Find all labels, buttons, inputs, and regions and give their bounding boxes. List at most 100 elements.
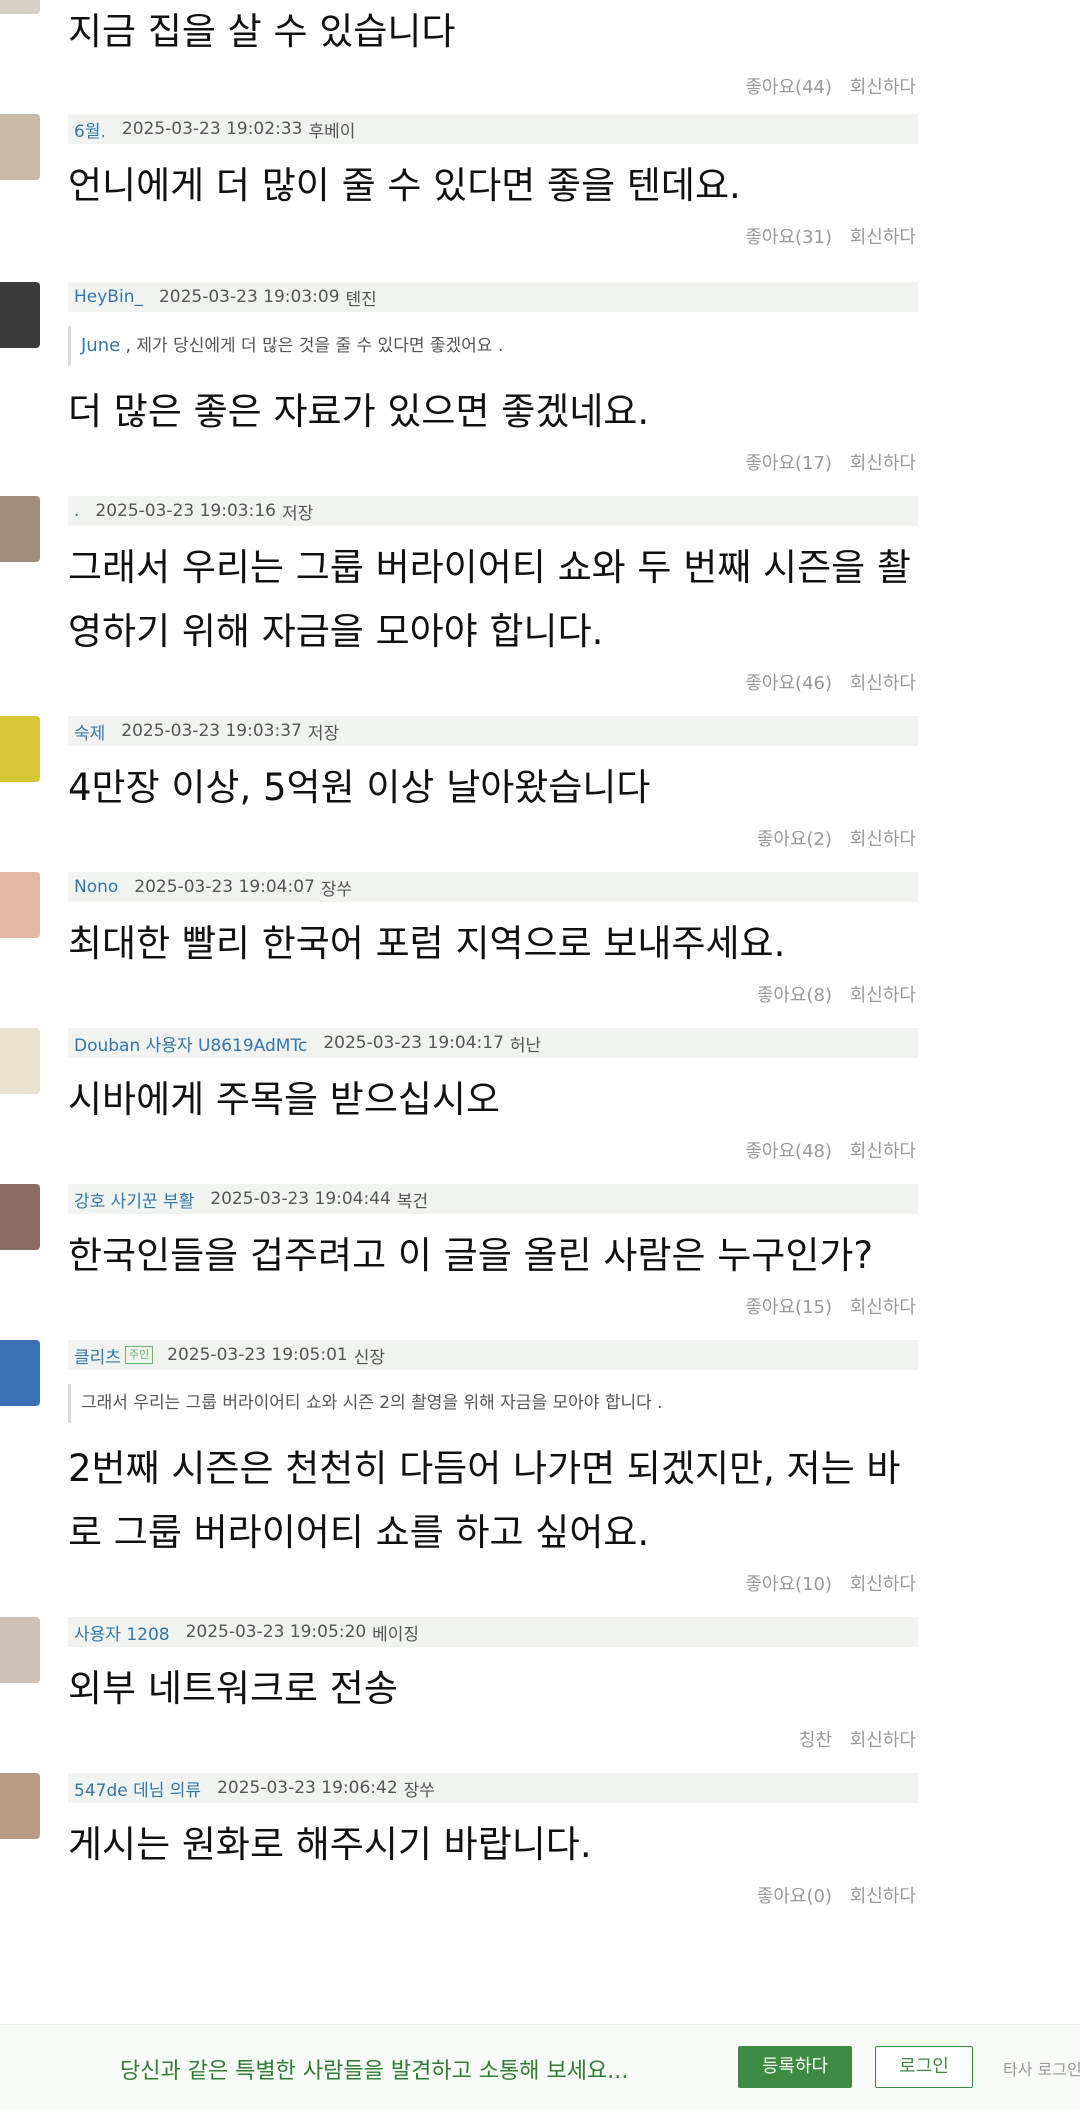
reply-button[interactable]: 회신하다 — [850, 1730, 916, 1751]
like-button[interactable]: 좋아요(15) — [745, 1297, 832, 1318]
comment-meta: 547de 데님 의류 2025-03-23 19:06:42 장쑤 — [68, 1773, 918, 1803]
comment-text: 시바에게 주목을 받으십시오 — [68, 1078, 501, 1121]
like-button[interactable]: 좋아요(0) — [757, 1886, 832, 1907]
author-name[interactable]: 숙제 — [74, 719, 105, 744]
comment-actions: 칭찬 회신하다 — [68, 1721, 916, 1761]
quoted-reply: June , 제가 당신에게 더 많은 것을 줄 수 있다면 좋겠어요 . — [68, 326, 681, 366]
comment-text: 2번째 시즌은 천천히 다듬어 나가면 되겠지만, 저는 바로 그룹 버라이어티… — [68, 1447, 901, 1554]
reply-button[interactable]: 회신하다 — [850, 1886, 916, 1907]
like-button[interactable]: 좋아요(17) — [745, 453, 832, 474]
comment-item: 사용자 1208 2025-03-23 19:05:20 베이징 외부 네트워크… — [0, 1617, 1080, 1761]
comment-text: 한국인들을 겁주려고 이 글을 올린 사람은 누구인가? — [68, 1234, 874, 1277]
avatar[interactable] — [0, 872, 40, 938]
author-name[interactable]: 클리츠 — [74, 1343, 121, 1368]
timestamp: 2025-03-23 19:04:44 — [210, 1189, 391, 1209]
comment-actions: 좋아요(8) 회신하다 — [68, 976, 916, 1016]
comment-item: 강호 사기꾼 부활 2025-03-23 19:04:44 복건 한국인들을 겁… — [0, 1184, 1080, 1328]
comment-actions: 좋아요(48) 회신하다 — [68, 1132, 916, 1172]
like-button[interactable]: 칭찬 — [799, 1730, 832, 1751]
comment-feed: 지금 집을 살 수 있습니다 좋아요(44) 회신하다 6월. 2025-03-… — [0, 0, 1080, 1917]
like-button[interactable]: 좋아요(8) — [757, 985, 832, 1006]
comment-item: HeyBin_ 2025-03-23 19:03:09 톈진 June , 제가… — [0, 282, 1080, 484]
avatar[interactable] — [0, 496, 40, 562]
comment-actions: 좋아요(2) 회신하다 — [68, 820, 916, 860]
like-button[interactable]: 좋아요(48) — [745, 1141, 832, 1162]
avatar[interactable] — [0, 1184, 40, 1250]
comment-item: 숙제 2025-03-23 19:03:37 저장 4만장 이상, 5억원 이상… — [0, 716, 1080, 860]
signup-promo-text: 당신과 같은 특별한 사람들을 발견하고 소통해 보세요... — [120, 2059, 629, 2084]
reply-button[interactable]: 회신하다 — [850, 227, 916, 248]
reply-button[interactable]: 회신하다 — [850, 1141, 916, 1162]
avatar[interactable] — [0, 1340, 40, 1406]
location: 저장 — [281, 503, 314, 524]
avatar[interactable] — [0, 716, 40, 782]
comment-meta: 강호 사기꾼 부활 2025-03-23 19:04:44 복건 — [68, 1184, 918, 1214]
comment-actions: 좋아요(44) 회신하다 — [68, 68, 916, 108]
reply-button[interactable]: 회신하다 — [850, 1574, 916, 1595]
comment-item: 클리츠 주인 2025-03-23 19:05:01 신장 그래서 우리는 그룹… — [0, 1340, 1080, 1605]
comment-meta: 클리츠 주인 2025-03-23 19:05:01 신장 — [68, 1340, 918, 1370]
owner-badge: 주인 — [124, 1346, 154, 1364]
comment-text: 그래서 우리는 그룹 버라이어티 쇼와 두 번째 시즌을 촬영하기 위해 자금을… — [68, 546, 911, 653]
location: 복건 — [396, 1191, 429, 1212]
author-name[interactable]: Douban 사용자 U8619AdMTc — [74, 1031, 307, 1056]
reply-button[interactable]: 회신하다 — [850, 829, 916, 850]
avatar[interactable] — [0, 282, 40, 348]
timestamp: 2025-03-23 19:06:42 — [217, 1778, 398, 1798]
like-button[interactable]: 좋아요(10) — [745, 1574, 832, 1595]
author-name[interactable]: HeyBin_ — [74, 287, 143, 307]
avatar[interactable] — [0, 1617, 40, 1683]
timestamp: 2025-03-23 19:02:33 — [121, 119, 303, 139]
like-button[interactable]: 좋아요(2) — [757, 829, 832, 850]
like-button[interactable]: 좋아요(31) — [745, 227, 832, 248]
comment-item: . 2025-03-23 19:03:16 저장 그래서 우리는 그룹 버라이어… — [0, 496, 1080, 704]
comment-item: 지금 집을 살 수 있습니다 좋아요(44) 회신하다 — [0, 0, 1080, 108]
comment-text: 외부 네트워크로 전송 — [68, 1667, 398, 1710]
reply-button[interactable]: 회신하다 — [850, 453, 916, 474]
comment-meta: Nono 2025-03-23 19:04:07 장쑤 — [68, 872, 918, 902]
author-name[interactable]: . — [74, 501, 79, 521]
location: 장쑤 — [403, 1780, 435, 1801]
quoted-author[interactable]: June — [81, 335, 120, 356]
timestamp: 2025-03-23 19:04:07 — [134, 877, 315, 897]
timestamp: 2025-03-23 19:03:09 — [158, 287, 340, 307]
comment-actions: 좋아요(10) 회신하다 — [68, 1565, 916, 1605]
login-button[interactable]: 로그인 — [875, 2046, 973, 2088]
reply-button[interactable]: 회신하다 — [850, 1297, 916, 1318]
location: 후베이 — [308, 121, 356, 142]
location: 저장 — [307, 723, 340, 744]
comment-text: 게시는 원화로 해주시기 바랍니다. — [68, 1823, 592, 1866]
avatar[interactable] — [0, 0, 40, 14]
avatar[interactable] — [0, 114, 40, 180]
comment-actions: 좋아요(46) 회신하다 — [68, 664, 916, 704]
comment-text: 지금 집을 살 수 있습니다 — [68, 10, 456, 53]
like-button[interactable]: 좋아요(44) — [745, 77, 832, 98]
author-name[interactable]: Nono — [74, 877, 118, 897]
comment-meta: 6월. 2025-03-23 19:02:33 후베이 — [68, 114, 918, 144]
location: 신장 — [353, 1347, 386, 1368]
location: 톈진 — [345, 289, 377, 310]
author-name[interactable]: 사용자 1208 — [74, 1620, 170, 1645]
comment-meta: HeyBin_ 2025-03-23 19:03:09 톈진 — [68, 282, 918, 312]
comment-actions: 좋아요(15) 회신하다 — [68, 1288, 916, 1328]
avatar[interactable] — [0, 1773, 40, 1839]
timestamp: 2025-03-23 19:03:37 — [121, 721, 302, 741]
author-name[interactable]: 547de 데님 의류 — [74, 1776, 201, 1801]
location: 장쑤 — [320, 879, 353, 900]
reply-button[interactable]: 회신하다 — [850, 985, 916, 1006]
comment-meta: 숙제 2025-03-23 19:03:37 저장 — [68, 716, 918, 746]
location: 베이징 — [372, 1624, 420, 1645]
comment-actions: 좋아요(0) 회신하다 — [68, 1877, 916, 1917]
third-party-login-link[interactable]: 타사 로그인 — [1003, 2056, 1080, 2080]
register-button[interactable]: 등록하다 — [738, 2046, 852, 2088]
reply-button[interactable]: 회신하다 — [850, 673, 916, 694]
location: 허난 — [509, 1035, 542, 1056]
timestamp: 2025-03-23 19:05:20 — [185, 1622, 367, 1642]
like-button[interactable]: 좋아요(46) — [745, 673, 832, 694]
avatar[interactable] — [0, 1028, 40, 1094]
comment-meta: 사용자 1208 2025-03-23 19:05:20 베이징 — [68, 1617, 918, 1647]
author-name[interactable]: 강호 사기꾼 부활 — [74, 1187, 194, 1212]
author-name[interactable]: 6월. — [74, 117, 106, 142]
reply-button[interactable]: 회신하다 — [850, 77, 916, 98]
quoted-text: , 제가 당신에게 더 많은 것을 줄 수 있다면 좋겠어요 . — [120, 336, 504, 356]
